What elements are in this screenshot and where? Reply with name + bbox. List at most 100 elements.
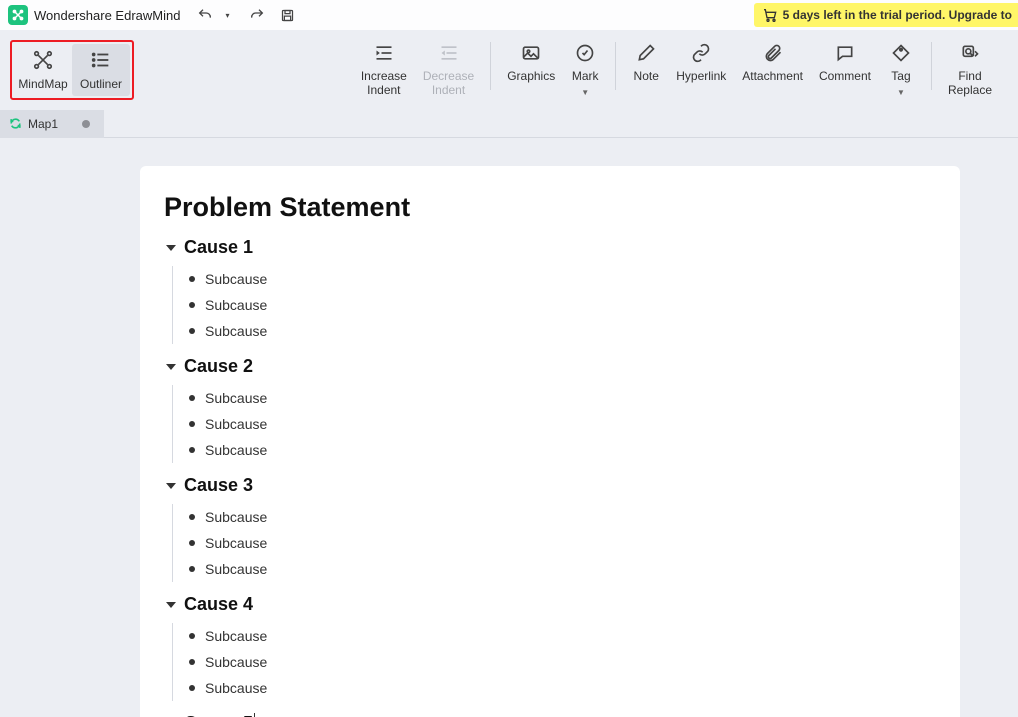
view-switcher-highlight: MindMap Outliner	[10, 40, 134, 100]
outline-cause-item[interactable]: Cause 4	[164, 594, 936, 615]
subcause-list: Subcause Subcause Subcause	[172, 266, 936, 344]
app-logo	[8, 5, 28, 25]
subcause-label[interactable]: Subcause	[205, 535, 267, 551]
cause-label[interactable]: Cause 5	[184, 713, 255, 717]
document-title[interactable]: Problem Statement	[164, 192, 936, 223]
bullet-icon	[189, 421, 195, 427]
quick-access-toolbar: ▾	[196, 6, 296, 24]
bullet-icon	[189, 633, 195, 639]
outliner-icon	[90, 49, 112, 71]
document-tab[interactable]: Map1	[0, 110, 104, 138]
subcause-label[interactable]: Subcause	[205, 297, 267, 313]
note-icon	[635, 42, 657, 64]
decrease-indent-button: Decrease Indent	[415, 40, 482, 98]
outliner-view-button[interactable]: Outliner	[72, 44, 130, 96]
subcause-label[interactable]: Subcause	[205, 680, 267, 696]
expand-arrow-icon[interactable]	[166, 602, 176, 608]
bullet-icon	[189, 395, 195, 401]
subcause-label[interactable]: Subcause	[205, 628, 267, 644]
bullet-icon	[189, 447, 195, 453]
mindmap-icon	[32, 49, 54, 71]
attachment-button[interactable]: Attachment	[734, 40, 811, 84]
hyperlink-button[interactable]: Hyperlink	[668, 40, 734, 84]
unsaved-indicator-icon	[82, 120, 90, 128]
subcause-list: Subcause Subcause Subcause	[172, 385, 936, 463]
subcause-label[interactable]: Subcause	[205, 654, 267, 670]
undo-button[interactable]	[196, 6, 214, 24]
refresh-icon	[8, 117, 22, 131]
outline-cause-item[interactable]: Cause 2	[164, 356, 936, 377]
bullet-icon	[189, 302, 195, 308]
outline-subcause-item[interactable]: Subcause	[189, 556, 936, 582]
outline-subcause-item[interactable]: Subcause	[189, 675, 936, 701]
subcause-list: Subcause Subcause Subcause	[172, 623, 936, 701]
note-button[interactable]: Note	[624, 40, 668, 84]
subcause-label[interactable]: Subcause	[205, 323, 267, 339]
increase-indent-icon	[373, 42, 395, 64]
subcause-label[interactable]: Subcause	[205, 442, 267, 458]
outline-subcause-item[interactable]: Subcause	[189, 292, 936, 318]
bullet-icon	[189, 659, 195, 665]
cause-label[interactable]: Cause 1	[184, 237, 253, 258]
comment-label: Comment	[819, 70, 871, 84]
trial-text: 5 days left in the trial period. Upgrade…	[783, 8, 1012, 22]
outline-page[interactable]: Problem Statement Cause 1SubcauseSubcaus…	[140, 166, 960, 717]
bullet-icon	[189, 276, 195, 282]
attachment-icon	[762, 42, 784, 64]
tag-button[interactable]: Tag ▼	[879, 40, 923, 97]
toolbar-actions: Increase Indent Decrease Indent Graphics…	[345, 40, 1008, 100]
subcause-label[interactable]: Subcause	[205, 416, 267, 432]
outline-subcause-item[interactable]: Subcause	[189, 504, 936, 530]
outline-subcause-item[interactable]: Subcause	[189, 318, 936, 344]
expand-arrow-icon[interactable]	[166, 364, 176, 370]
canvas-area: Problem Statement Cause 1SubcauseSubcaus…	[0, 138, 1018, 717]
graphics-button[interactable]: Graphics	[499, 40, 563, 84]
comment-icon	[834, 42, 856, 64]
cause-label[interactable]: Cause 3	[184, 475, 253, 496]
outliner-label: Outliner	[80, 77, 122, 91]
outline-cause-item[interactable]: Cause 5	[164, 713, 936, 717]
outline-subcause-item[interactable]: Subcause	[189, 437, 936, 463]
decrease-indent-icon	[438, 42, 460, 64]
outline-subcause-item[interactable]: Subcause	[189, 649, 936, 675]
increase-indent-label: Increase Indent	[361, 70, 407, 98]
expand-arrow-icon[interactable]	[166, 245, 176, 251]
mark-icon	[574, 42, 596, 64]
mindmap-view-button[interactable]: MindMap	[14, 44, 72, 96]
attachment-label: Attachment	[742, 70, 803, 84]
mark-label: Mark	[572, 70, 599, 84]
graphics-label: Graphics	[507, 70, 555, 84]
tab-name: Map1	[28, 117, 58, 131]
expand-arrow-icon[interactable]	[166, 483, 176, 489]
find-replace-button[interactable]: Find Replace	[940, 40, 1000, 98]
subcause-label[interactable]: Subcause	[205, 271, 267, 287]
hyperlink-icon	[690, 42, 712, 64]
toolbar: MindMap Outliner Increase Indent Decreas…	[0, 30, 1018, 110]
undo-dropdown-icon[interactable]: ▾	[218, 6, 236, 24]
subcause-label[interactable]: Subcause	[205, 509, 267, 525]
outline-subcause-item[interactable]: Subcause	[189, 623, 936, 649]
decrease-indent-label: Decrease Indent	[423, 70, 474, 98]
save-button[interactable]	[278, 6, 296, 24]
cause-label[interactable]: Cause 2	[184, 356, 253, 377]
cause-label[interactable]: Cause 4	[184, 594, 253, 615]
bullet-icon	[189, 514, 195, 520]
comment-button[interactable]: Comment	[811, 40, 879, 84]
cart-icon	[762, 7, 778, 23]
redo-button[interactable]	[248, 6, 266, 24]
outline-subcause-item[interactable]: Subcause	[189, 385, 936, 411]
increase-indent-button[interactable]: Increase Indent	[353, 40, 415, 98]
chevron-down-icon: ▼	[897, 88, 905, 97]
outline-subcause-item[interactable]: Subcause	[189, 266, 936, 292]
mark-button[interactable]: Mark ▼	[563, 40, 607, 97]
subcause-list: Subcause Subcause Subcause	[172, 504, 936, 582]
outline-cause-item[interactable]: Cause 1	[164, 237, 936, 258]
outline-subcause-item[interactable]: Subcause	[189, 530, 936, 556]
outline-subcause-item[interactable]: Subcause	[189, 411, 936, 437]
find-replace-icon	[959, 42, 981, 64]
trial-banner[interactable]: 5 days left in the trial period. Upgrade…	[754, 3, 1018, 27]
chevron-down-icon: ▼	[581, 88, 589, 97]
subcause-label[interactable]: Subcause	[205, 561, 267, 577]
outline-cause-item[interactable]: Cause 3	[164, 475, 936, 496]
subcause-label[interactable]: Subcause	[205, 390, 267, 406]
